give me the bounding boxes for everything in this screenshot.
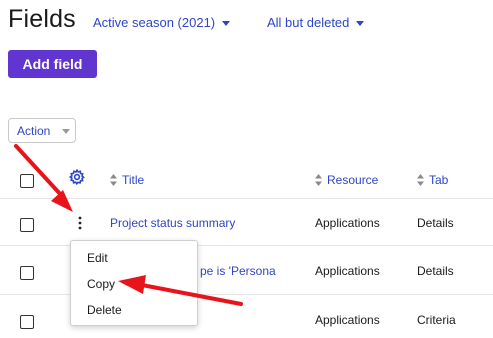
season-filter[interactable]: Active season (2021) [93,15,231,30]
column-header-label: Tab [429,173,449,187]
row-title-link[interactable]: Project status summary [110,216,235,230]
column-header-label: Resource [327,173,379,187]
row-resource: Applications [315,264,380,278]
row-divider [0,198,493,199]
select-all-checkbox[interactable] [20,174,34,188]
chevron-down-icon [222,20,231,26]
column-header-title[interactable]: Title [110,173,144,187]
row-checkbox[interactable] [20,218,34,232]
row-tab: Details [417,264,454,278]
sort-icon [110,174,117,186]
row-title-link[interactable]: pe is 'Persona [200,264,276,278]
column-header-tab[interactable]: Tab [417,173,448,187]
status-filter-label: All but deleted [267,15,350,30]
gear-icon[interactable] [69,169,85,185]
sort-icon [315,174,322,186]
menu-item-copy[interactable]: Copy [87,277,115,291]
sort-icon [417,174,424,186]
kebab-icon[interactable] [77,216,83,230]
action-dropdown-label: Action [17,123,51,138]
row-checkbox[interactable] [20,315,34,329]
season-filter-label: Active season (2021) [93,15,216,30]
page-title: Fields [8,5,76,33]
row-resource: Applications [315,216,380,230]
menu-item-edit[interactable]: Edit [87,251,108,265]
column-header-label: Title [122,173,145,187]
row-tab: Criteria [417,313,456,327]
row-resource: Applications [315,313,380,327]
row-checkbox[interactable] [20,266,34,280]
column-header-resource[interactable]: Resource [315,173,378,187]
row-context-menu: Edit Copy Delete [70,240,198,326]
add-field-button[interactable]: Add field [8,50,97,78]
row-tab: Details [417,216,454,230]
action-dropdown[interactable]: Action [8,118,76,143]
chevron-down-icon [356,20,365,26]
menu-item-delete[interactable]: Delete [87,303,122,317]
status-filter[interactable]: All but deleted [267,15,365,30]
chevron-down-icon [62,128,71,134]
